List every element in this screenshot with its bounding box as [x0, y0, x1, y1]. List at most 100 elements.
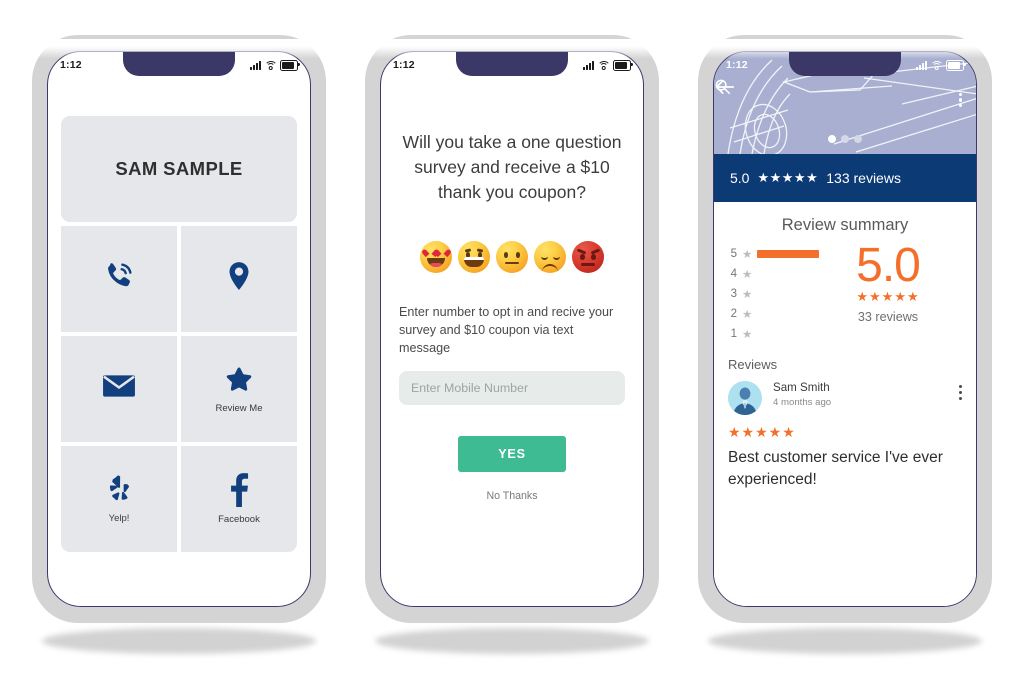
business-name-tile: SAM SAMPLE [61, 116, 297, 222]
tile-facebook-label: Facebook [218, 514, 260, 525]
yes-button[interactable]: YES [458, 436, 566, 472]
action-tiles: Review Me Yelp! Facebook [61, 226, 297, 552]
carousel-dot-3[interactable] [854, 135, 862, 143]
review-timestamp: 4 months ago [773, 397, 832, 408]
rating-bar-label: 2 [730, 308, 737, 320]
phone-shadow [375, 628, 649, 654]
rating-bar-label: 3 [730, 288, 737, 300]
tile-yelp-label: Yelp! [108, 513, 130, 524]
tile-yelp[interactable]: Yelp! [61, 446, 177, 552]
tile-facebook[interactable]: Facebook [181, 446, 297, 552]
survey-question: Will you take a one question survey and … [402, 132, 622, 202]
phone-screen: 1:12 Will you take a one question survey… [380, 51, 644, 607]
grinning-emoji[interactable] [458, 241, 490, 273]
status-time: 1:12 [60, 59, 82, 71]
carousel-dot-2[interactable] [841, 135, 849, 143]
tile-review-me[interactable]: Review Me [181, 336, 297, 442]
map-pin-icon [222, 259, 256, 293]
kebab-menu-icon[interactable] [958, 92, 962, 108]
hero-toolbar-right [715, 79, 962, 108]
review-meta: Sam Smith 4 months ago [773, 381, 959, 408]
heart-eyes-emoji[interactable] [420, 241, 452, 273]
review-card: Sam Smith 4 months ago ★★★★★ Best custom… [728, 381, 962, 491]
star-icon [223, 364, 255, 396]
overall-score-stars: ★★★★★ [856, 289, 920, 304]
user-avatar-icon [728, 381, 762, 415]
business-name: SAM SAMPLE [115, 158, 243, 179]
rating-band: 5.0 ★★★★★ 133 reviews [714, 154, 976, 202]
reviews-heading: Reviews [728, 357, 778, 372]
angry-emoji[interactable] [572, 241, 604, 273]
review-header: Sam Smith 4 months ago [728, 381, 962, 415]
carousel-dot-1[interactable] [828, 135, 836, 143]
status-time: 1:12 [393, 59, 415, 71]
band-stars: ★★★★★ [757, 170, 819, 185]
signal-icon [583, 60, 594, 70]
phone-frame: 1:12 SAM SAMPLE Review Me Yelp! Facebook [32, 35, 326, 623]
hero-toolbar [714, 78, 976, 122]
status-icons [250, 59, 300, 71]
yelp-icon [104, 474, 134, 506]
phone-call-icon [102, 259, 136, 293]
rating-bar-fill [757, 250, 820, 258]
overall-reviews-count: 33 reviews [857, 310, 919, 324]
review-author: Sam Smith [773, 381, 830, 394]
phone-shadow [708, 628, 982, 654]
star-icon: ★ [742, 269, 753, 281]
signal-icon [250, 60, 261, 70]
phone-shadow [42, 628, 316, 654]
battery-icon [280, 59, 300, 71]
status-bar: 1:12 [381, 52, 643, 78]
sad-emoji[interactable] [534, 241, 566, 273]
phone-business-card: 1:12 SAM SAMPLE Review Me Yelp! Facebook [32, 35, 326, 654]
status-icons [916, 59, 966, 71]
tile-email[interactable] [61, 336, 177, 442]
kebab-menu-icon[interactable] [958, 381, 962, 401]
mobile-number-input[interactable]: Enter Mobile Number [399, 371, 625, 405]
phone-screen: 1:12 5.0 ★★★★★ 133 reviews Review summar… [713, 51, 977, 607]
emoji-rating-row [399, 241, 625, 273]
status-bar: 1:12 [714, 52, 976, 78]
phone-reviews: 1:12 5.0 ★★★★★ 133 reviews Review summar… [698, 35, 992, 654]
battery-icon [946, 59, 966, 71]
review-summary-title: Review summary [781, 216, 909, 234]
facebook-icon [227, 473, 251, 507]
review-summary-panel: Review summary 5 ★ 4 ★ 3 ★ 2 ★ 1 ★ 5.0 ★… [714, 202, 976, 606]
star-icon: ★ [742, 329, 753, 341]
wifi-icon [264, 60, 277, 71]
phone-survey: 1:12 Will you take a one question survey… [365, 35, 659, 654]
phone-frame: 1:12 Will you take a one question survey… [365, 35, 659, 623]
rating-bar-label: 1 [730, 328, 737, 340]
star-icon: ★ [742, 309, 753, 321]
signal-icon [916, 60, 927, 70]
screenshot-stage: 1:12 SAM SAMPLE Review Me Yelp! Facebook… [0, 0, 1024, 693]
overall-score-block: 5.0 ★★★★★ 33 reviews [814, 239, 962, 344]
phone-frame: 1:12 5.0 ★★★★★ 133 reviews Review summar… [698, 35, 992, 623]
overall-score: 5.0 [856, 239, 921, 292]
band-reviews-count: 133 reviews [826, 170, 901, 186]
star-icon: ★ [742, 289, 753, 301]
review-body: Best customer service I've ever experien… [728, 449, 943, 488]
status-icons [583, 59, 633, 71]
rating-distribution-block: 5 ★ 4 ★ 3 ★ 2 ★ 1 ★ 5.0 ★★★★★ 33 reviews [728, 239, 962, 344]
carousel-dots[interactable] [828, 135, 862, 143]
envelope-icon [102, 373, 136, 399]
business-card-body: SAM SAMPLE Review Me Yelp! Facebook [48, 78, 310, 606]
rating-bar-label: 4 [730, 268, 737, 280]
no-thanks-link[interactable]: No Thanks [399, 490, 625, 502]
tile-directions[interactable] [181, 226, 297, 332]
survey-body: Will you take a one question survey and … [381, 78, 643, 606]
wifi-icon [930, 60, 943, 71]
battery-icon [613, 59, 633, 71]
phone-screen: 1:12 SAM SAMPLE Review Me Yelp! Facebook [47, 51, 311, 607]
wifi-icon [597, 60, 610, 71]
tile-review-me-label: Review Me [215, 403, 263, 414]
band-rating-value: 5.0 [730, 170, 750, 186]
tile-grid: SAM SAMPLE Review Me Yelp! Facebook [61, 116, 297, 552]
mobile-number-placeholder: Enter Mobile Number [411, 381, 529, 395]
neutral-emoji[interactable] [496, 241, 528, 273]
status-bar: 1:12 [48, 52, 310, 78]
tile-call[interactable] [61, 226, 177, 332]
review-stars: ★★★★★ [728, 424, 796, 440]
status-time: 1:12 [726, 59, 748, 71]
